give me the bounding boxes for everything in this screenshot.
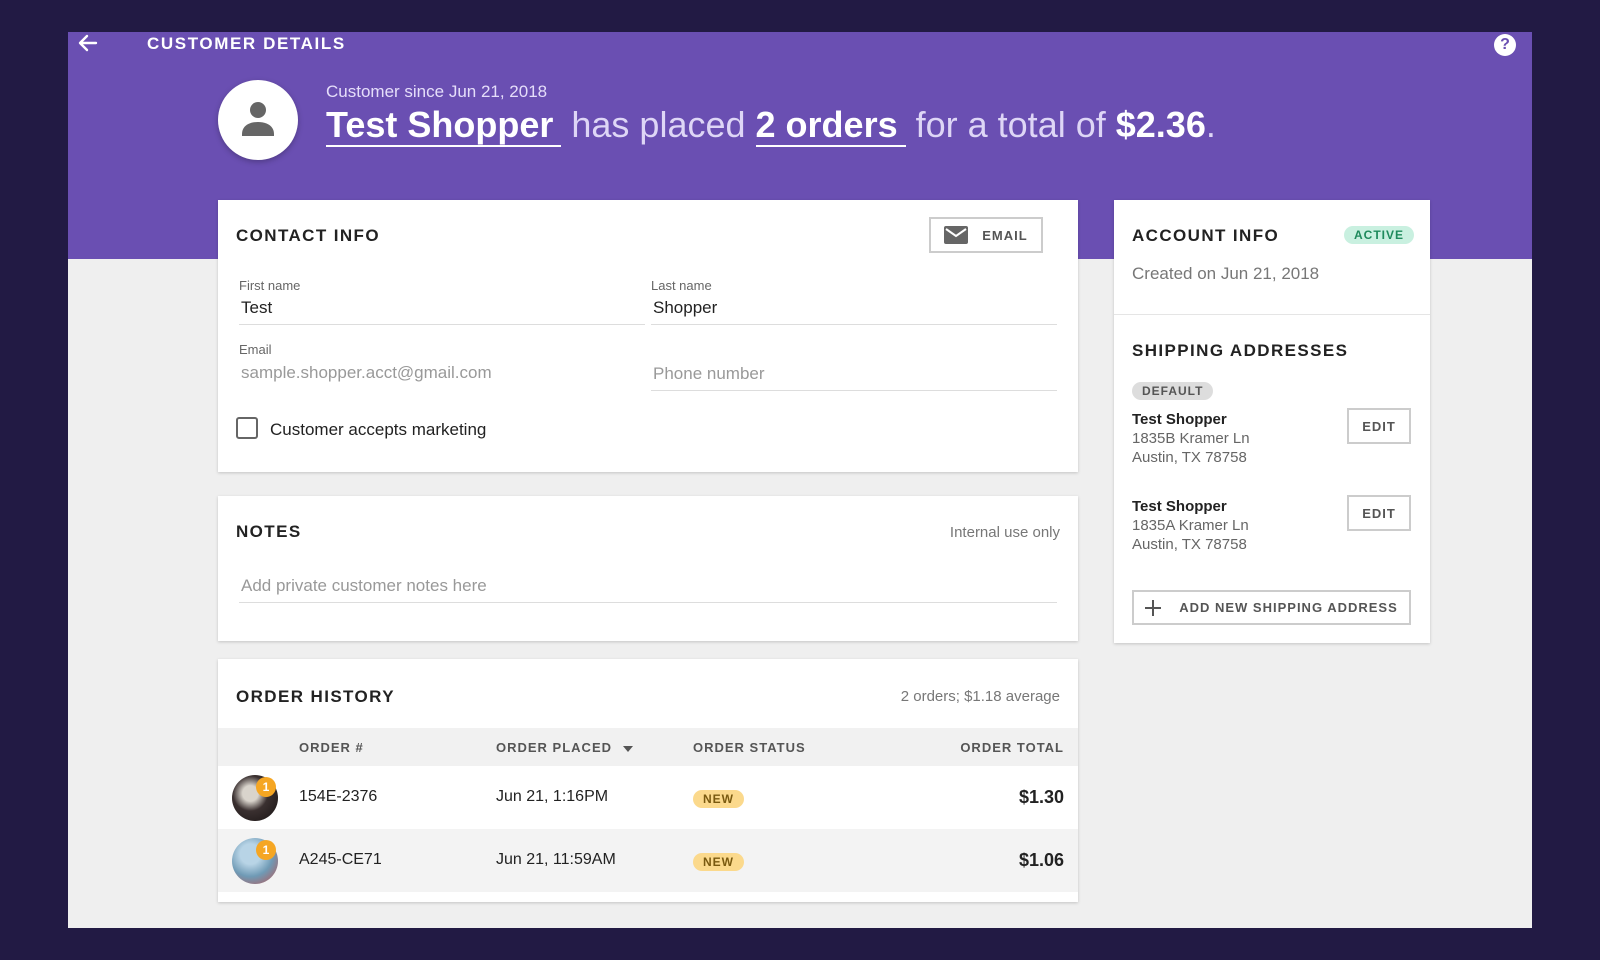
- person-icon: [242, 102, 274, 136]
- envelope-icon: [944, 226, 969, 244]
- plus-icon: [1145, 599, 1162, 616]
- marketing-checkbox[interactable]: [236, 417, 258, 439]
- notes-title: NOTES: [236, 522, 302, 541]
- order-status-badge: NEW: [693, 790, 744, 808]
- phone-underline: [651, 390, 1057, 391]
- order-status-badge: NEW: [693, 853, 744, 871]
- customer-details-window: CUSTOMER DETAILS ? Customer since Jun 21…: [68, 32, 1532, 928]
- summary-text-placed: has placed: [571, 104, 746, 145]
- edit-address-button[interactable]: EDIT: [1347, 408, 1411, 444]
- shipping-address: Test Shopper 1835A Kramer Ln Austin, TX …: [1132, 497, 1249, 554]
- order-placed: Jun 21, 1:16PM: [496, 788, 609, 805]
- last-name-input[interactable]: Shopper: [653, 298, 1043, 318]
- order-summary: 2 orders; $1.18 average: [900, 688, 1060, 705]
- column-order-placed-label: ORDER PLACED: [496, 740, 613, 755]
- address-name: Test Shopper: [1132, 411, 1227, 428]
- shipping-address: Test Shopper 1835B Kramer Ln Austin, TX …: [1132, 410, 1250, 467]
- first-name-input[interactable]: Test: [241, 298, 631, 318]
- order-table-header: ORDER # ORDER PLACED ORDER STATUS ORDER …: [218, 728, 1078, 766]
- address-line1: 1835A Kramer Ln: [1132, 517, 1249, 534]
- email-label: Email: [239, 342, 272, 357]
- marketing-label[interactable]: Customer accepts marketing: [270, 420, 486, 440]
- back-arrow-icon[interactable]: [76, 32, 98, 54]
- email-button-label: EMAIL: [982, 227, 1028, 243]
- add-shipping-address-button[interactable]: ADD NEW SHIPPING ADDRESS: [1132, 590, 1411, 625]
- phone-field[interactable]: Phone number: [653, 364, 765, 384]
- customer-summary: Test Shopper has placed 2 orders for a t…: [326, 104, 1216, 147]
- address-line2: Austin, TX 78758: [1132, 449, 1247, 466]
- column-order-placed[interactable]: ORDER PLACED: [496, 740, 633, 755]
- first-name-label: First name: [239, 278, 301, 293]
- help-icon[interactable]: ?: [1494, 34, 1516, 56]
- first-name-underline: [239, 324, 645, 325]
- account-status-badge: ACTIVE: [1344, 226, 1415, 244]
- address-line1: 1835B Kramer Ln: [1132, 430, 1250, 447]
- summary-text-total: for a total of: [915, 104, 1106, 145]
- avatar: [218, 80, 298, 160]
- order-number: 154E-2376: [299, 788, 378, 805]
- order-total: $1.06: [1018, 850, 1064, 870]
- order-total: $1.30: [1018, 787, 1064, 807]
- last-name-underline: [651, 324, 1057, 325]
- email-field[interactable]: sample.shopper.acct@gmail.com: [241, 363, 492, 383]
- order-history-title: ORDER HISTORY: [236, 687, 395, 706]
- order-history-card: ORDER HISTORY 2 orders; $1.18 average OR…: [218, 659, 1078, 902]
- contact-info-title: CONTACT INFO: [236, 226, 380, 245]
- shipping-title: SHIPPING ADDRESSES: [1132, 341, 1349, 360]
- orders-link[interactable]: 2 orders: [755, 104, 906, 147]
- lifetime-total: $2.36: [1115, 104, 1206, 145]
- notes-underline: [239, 602, 1057, 603]
- top-bar: CUSTOMER DETAILS ?: [68, 32, 1532, 58]
- account-card: ACCOUNT INFO ACTIVE Created on Jun 21, 2…: [1114, 200, 1430, 643]
- account-divider: [1114, 314, 1430, 315]
- order-number: A245-CE71: [299, 851, 382, 868]
- address-name: Test Shopper: [1132, 498, 1227, 515]
- notes-hint: Internal use only: [949, 524, 1060, 541]
- page-title: CUSTOMER DETAILS: [147, 34, 346, 53]
- order-placed: Jun 21, 11:59AM: [496, 851, 616, 868]
- summary-period: .: [1205, 104, 1216, 145]
- notes-card: NOTES Internal use only Add private cust…: [218, 496, 1078, 641]
- column-order-total[interactable]: ORDER TOTAL: [960, 740, 1064, 755]
- default-address-badge: DEFAULT: [1132, 382, 1214, 400]
- last-name-label: Last name: [651, 278, 712, 293]
- item-count-badge: 1: [256, 777, 276, 797]
- order-row[interactable]: 1 A245-CE71 Jun 21, 11:59AM NEW $1.06: [218, 829, 1078, 892]
- column-order-status[interactable]: ORDER STATUS: [693, 740, 806, 755]
- sort-down-icon: [622, 746, 633, 752]
- column-order-number[interactable]: ORDER #: [299, 740, 364, 755]
- add-shipping-address-label: ADD NEW SHIPPING ADDRESS: [1179, 600, 1398, 615]
- contact-info-card: CONTACT INFO EMAIL First name Test Last …: [218, 200, 1078, 472]
- customer-name-link[interactable]: Test Shopper: [326, 104, 562, 147]
- email-button[interactable]: EMAIL: [929, 217, 1043, 253]
- order-row[interactable]: 1 154E-2376 Jun 21, 1:16PM NEW $1.30: [218, 766, 1078, 829]
- customer-since: Customer since Jun 21, 2018: [326, 82, 548, 101]
- address-line2: Austin, TX 78758: [1132, 536, 1247, 553]
- notes-input[interactable]: Add private customer notes here: [241, 576, 1041, 596]
- account-info-title: ACCOUNT INFO: [1132, 226, 1280, 245]
- item-count-badge: 1: [256, 840, 276, 860]
- account-created: Created on Jun 21, 2018: [1132, 264, 1320, 283]
- edit-address-button[interactable]: EDIT: [1347, 495, 1411, 531]
